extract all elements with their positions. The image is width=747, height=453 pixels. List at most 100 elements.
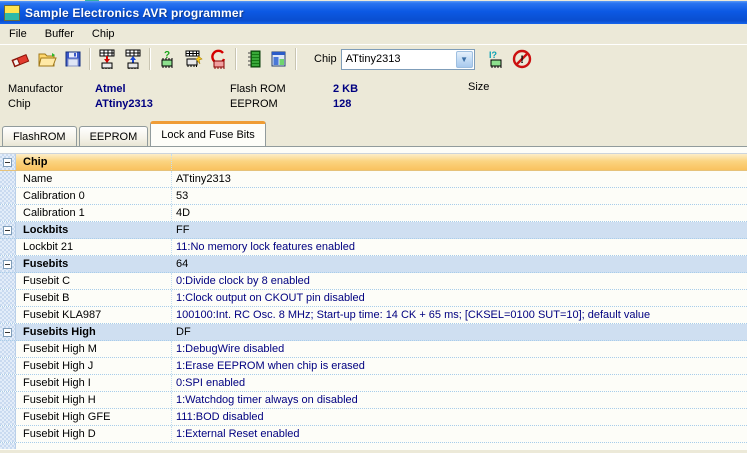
size-label: Size (468, 81, 490, 93)
table-row[interactable]: Fusebit KLA987 100100:Int. RC Osc. 8 MHz;… (0, 307, 747, 324)
row-label: Fusebit High H (23, 394, 96, 406)
row-label: Calibration 0 (23, 190, 85, 202)
row-value: 100100:Int. RC Osc. 8 MHz; Start-up time… (171, 307, 747, 323)
table-row[interactable]: Fusebit High D 1:External Reset enabled (0, 426, 747, 443)
toolbar-separator (149, 48, 151, 70)
row-label: Chip (23, 156, 48, 168)
cancel-icon[interactable]: ! (509, 47, 535, 71)
page-title: Sample Electronics AVR programmer (25, 5, 244, 20)
write-chip-icon[interactable] (94, 47, 120, 71)
row-gutter (0, 222, 16, 238)
memory-view-icon[interactable] (240, 47, 266, 71)
table-row[interactable]: Fusebit High J 1:Erase EEPROM when chip i… (0, 358, 747, 375)
save-file-icon[interactable] (60, 47, 86, 71)
buffer-window-icon[interactable] (266, 47, 292, 71)
row-value: DF (171, 324, 747, 340)
row-gutter (0, 375, 16, 391)
table-row[interactable]: Fusebit High GFE 111:BOD disabled (0, 409, 747, 426)
table-row[interactable]: Fusebit High I 0:SPI enabled (0, 375, 747, 392)
chip-select[interactable]: ATtiny2313 ▼ (340, 48, 475, 70)
row-value (171, 154, 747, 170)
read-chip-icon[interactable] (120, 47, 146, 71)
table-row[interactable]: Fusebit B 1:Clock output on CKOUT pin dis… (0, 290, 747, 307)
row-gutter (0, 171, 16, 187)
row-gutter (0, 358, 16, 374)
chip-info-panel: Manufactor Atmel Chip ATtiny2313 Flash R… (0, 73, 747, 190)
table-row[interactable]: Fusebit High H 1:Watchdog timer always on… (0, 392, 747, 409)
row-gutter (0, 409, 16, 425)
erase-buffer-icon[interactable] (8, 47, 34, 71)
svg-text:!: ! (520, 54, 524, 66)
table-row[interactable]: Fusebit High M 1:DebugWire disabled (0, 341, 747, 358)
tab-eeprom[interactable]: EEPROM (78, 126, 149, 146)
row-label: Fusebit B (23, 292, 70, 304)
row-value: 1:Erase EEPROM when chip is erased (171, 358, 747, 374)
row-gutter (0, 426, 16, 442)
chip-select-value: ATtiny2313 (345, 53, 401, 65)
table-row[interactable]: Lockbit 21 11:No memory lock features ena… (0, 239, 747, 256)
row-gutter (0, 290, 16, 306)
title-bar[interactable]: Sample Electronics AVR programmer (0, 1, 747, 24)
fuse-grid: Chip Name ATtiny2313 Calibration 0 53 Calibra… (0, 153, 747, 449)
verify-chip-icon[interactable]: ? (154, 47, 180, 71)
group-row[interactable]: Fusebits 64 (0, 256, 747, 273)
chip-select-label: Chip (314, 53, 337, 65)
erase-chip-icon[interactable] (206, 47, 232, 71)
collapse-icon[interactable] (3, 259, 12, 269)
app-icon (4, 4, 20, 21)
table-row[interactable]: Name ATtiny2313 (0, 171, 747, 188)
eeprom-value: 128 (333, 98, 352, 110)
manufacturer-label: Manufactor (8, 83, 64, 95)
flash-rom-label: Flash ROM (230, 83, 286, 95)
row-value: 1:Watchdog timer always on disabled (171, 392, 747, 408)
row-label: Fusebit High D (23, 428, 96, 440)
chevron-down-icon[interactable]: ▼ (455, 50, 473, 68)
row-label: Fusebits (23, 258, 69, 270)
eeprom-label: EEPROM (230, 98, 278, 110)
table-row[interactable]: Calibration 0 53 (0, 188, 747, 205)
lock-fuse-tab-page: Chip Name ATtiny2313 Calibration 0 53 Calibra… (0, 146, 747, 450)
row-gutter (0, 341, 16, 357)
edit-chip-icon[interactable] (180, 47, 206, 71)
grid-footer (0, 443, 747, 449)
chip-name-label: Chip (8, 98, 31, 110)
collapse-icon[interactable] (3, 225, 12, 235)
menu-buffer[interactable]: Buffer (36, 25, 83, 43)
row-label: Fusebit KLA987 (23, 309, 102, 321)
row-gutter (0, 154, 16, 170)
menu-bar: File Buffer Chip (0, 24, 747, 45)
collapse-icon[interactable] (3, 327, 12, 337)
menu-file[interactable]: File (0, 25, 36, 43)
collapse-icon[interactable] (3, 157, 12, 167)
group-row[interactable]: Lockbits FF (0, 222, 747, 239)
row-label: Fusebits High (23, 326, 96, 338)
row-label: Lockbit 21 (23, 241, 74, 253)
row-value: 1:External Reset enabled (171, 426, 747, 442)
row-gutter (0, 205, 16, 221)
toolbar-separator (295, 48, 297, 70)
menu-chip[interactable]: Chip (83, 25, 124, 43)
tab-lock-and-fuse-bits[interactable]: Lock and Fuse Bits (150, 121, 266, 146)
row-label: Fusebit High GFE (23, 411, 111, 423)
identify-chip-icon[interactable]: I? (483, 47, 509, 71)
group-row[interactable]: Fusebits High DF (0, 324, 747, 341)
row-gutter (0, 239, 16, 255)
tab-flashrom[interactable]: FlashROM (2, 126, 77, 146)
tab-bar: FlashROM EEPROM Lock and Fuse Bits (2, 121, 747, 146)
row-value: 111:BOD disabled (171, 409, 747, 425)
table-row[interactable]: Fusebit C 0:Divide clock by 8 enabled (0, 273, 747, 290)
row-value: 4D (171, 205, 747, 221)
row-label: Fusebit C (23, 275, 71, 287)
row-gutter (0, 392, 16, 408)
row-value: FF (171, 222, 747, 238)
row-label: Lockbits (23, 224, 69, 236)
app-window: Sample Electronics AVR programmer File B… (0, 0, 747, 453)
row-value: ATtiny2313 (171, 171, 747, 187)
row-gutter (0, 307, 16, 323)
table-row[interactable]: Calibration 1 4D (0, 205, 747, 222)
row-gutter (0, 256, 16, 272)
group-row[interactable]: Chip (0, 154, 747, 171)
row-label: Name (23, 173, 53, 185)
toolbar: ? Chip ATtiny2313 ▼ I? ! (0, 45, 747, 73)
open-file-icon[interactable] (34, 47, 60, 71)
